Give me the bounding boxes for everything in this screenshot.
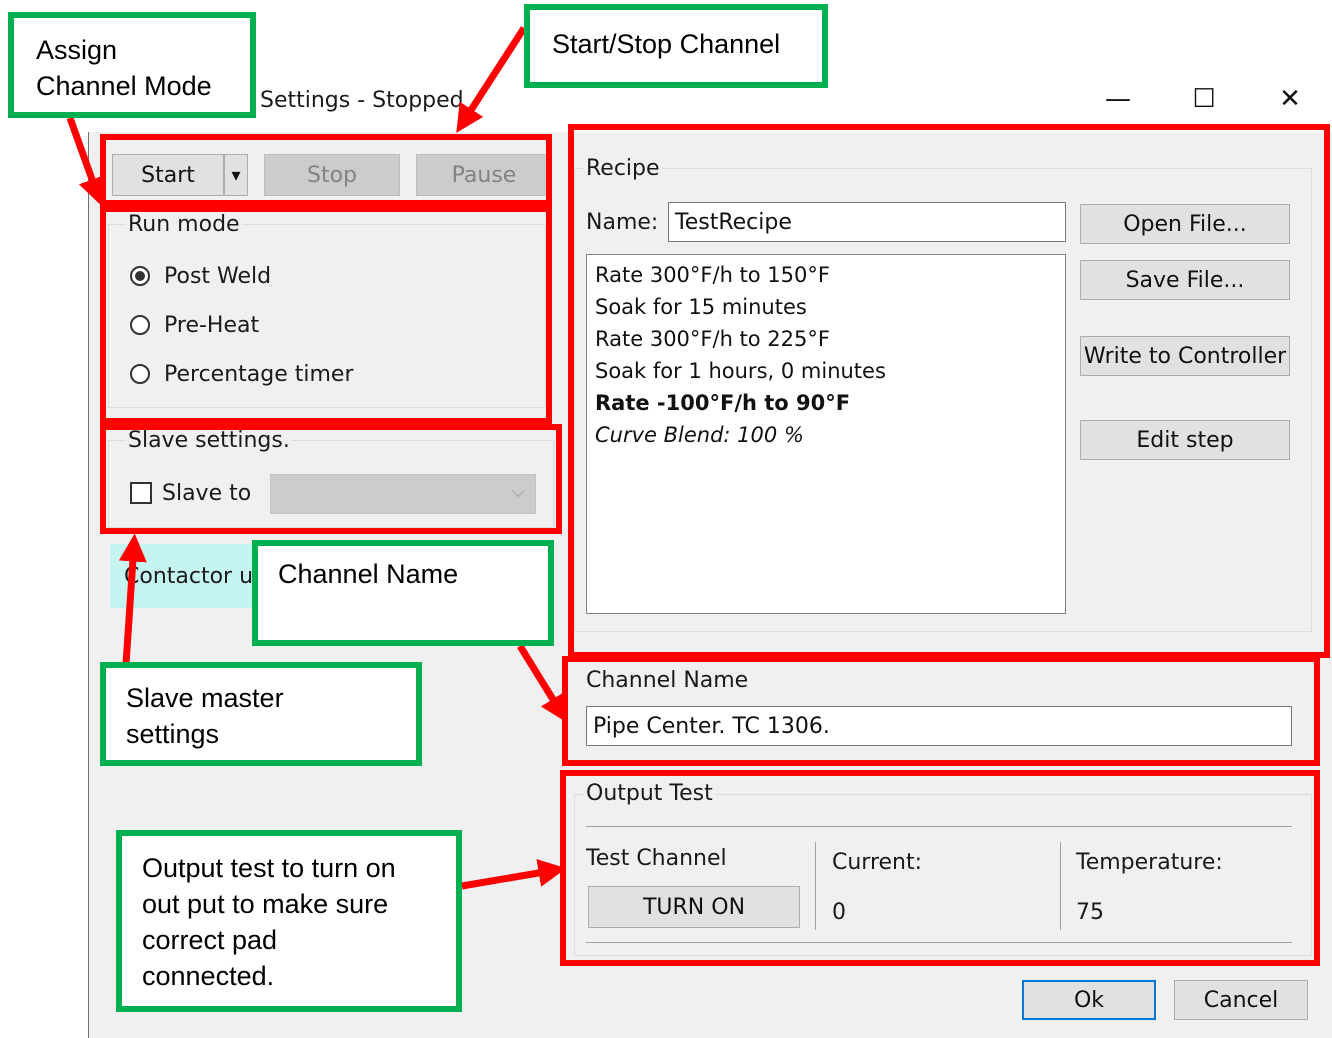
callout-output-line1: Output test to turn on	[142, 853, 396, 883]
arrow-start-stop	[456, 26, 527, 133]
arrow-output-test	[461, 859, 567, 890]
callout-slave: Slave master settings	[100, 662, 422, 766]
callout-slave-line1: Slave master	[126, 683, 284, 713]
callout-output-line2: out put to make sure	[142, 889, 389, 919]
callout-channel-name-text: Channel Name	[278, 559, 459, 589]
callout-output-line3: correct pad	[142, 925, 278, 955]
arrow-slave	[118, 533, 147, 665]
callout-output-test: Output test to turn on out put to make s…	[116, 830, 462, 1012]
callout-slave-line2: settings	[126, 719, 220, 749]
callout-assign-mode-line1: Assign	[36, 35, 118, 65]
callout-start-stop-text: Start/Stop Channel	[552, 29, 781, 59]
callout-assign-mode: Assign Channel Mode	[8, 12, 256, 118]
callout-channel-name: Channel Name	[252, 540, 554, 646]
callout-start-stop: Start/Stop Channel	[524, 4, 828, 88]
arrow-assign-mode	[66, 116, 106, 206]
callout-assign-mode-line2: Channel Mode	[36, 71, 212, 101]
callout-output-line4: connected.	[142, 961, 275, 991]
arrow-channel-name	[517, 644, 568, 723]
